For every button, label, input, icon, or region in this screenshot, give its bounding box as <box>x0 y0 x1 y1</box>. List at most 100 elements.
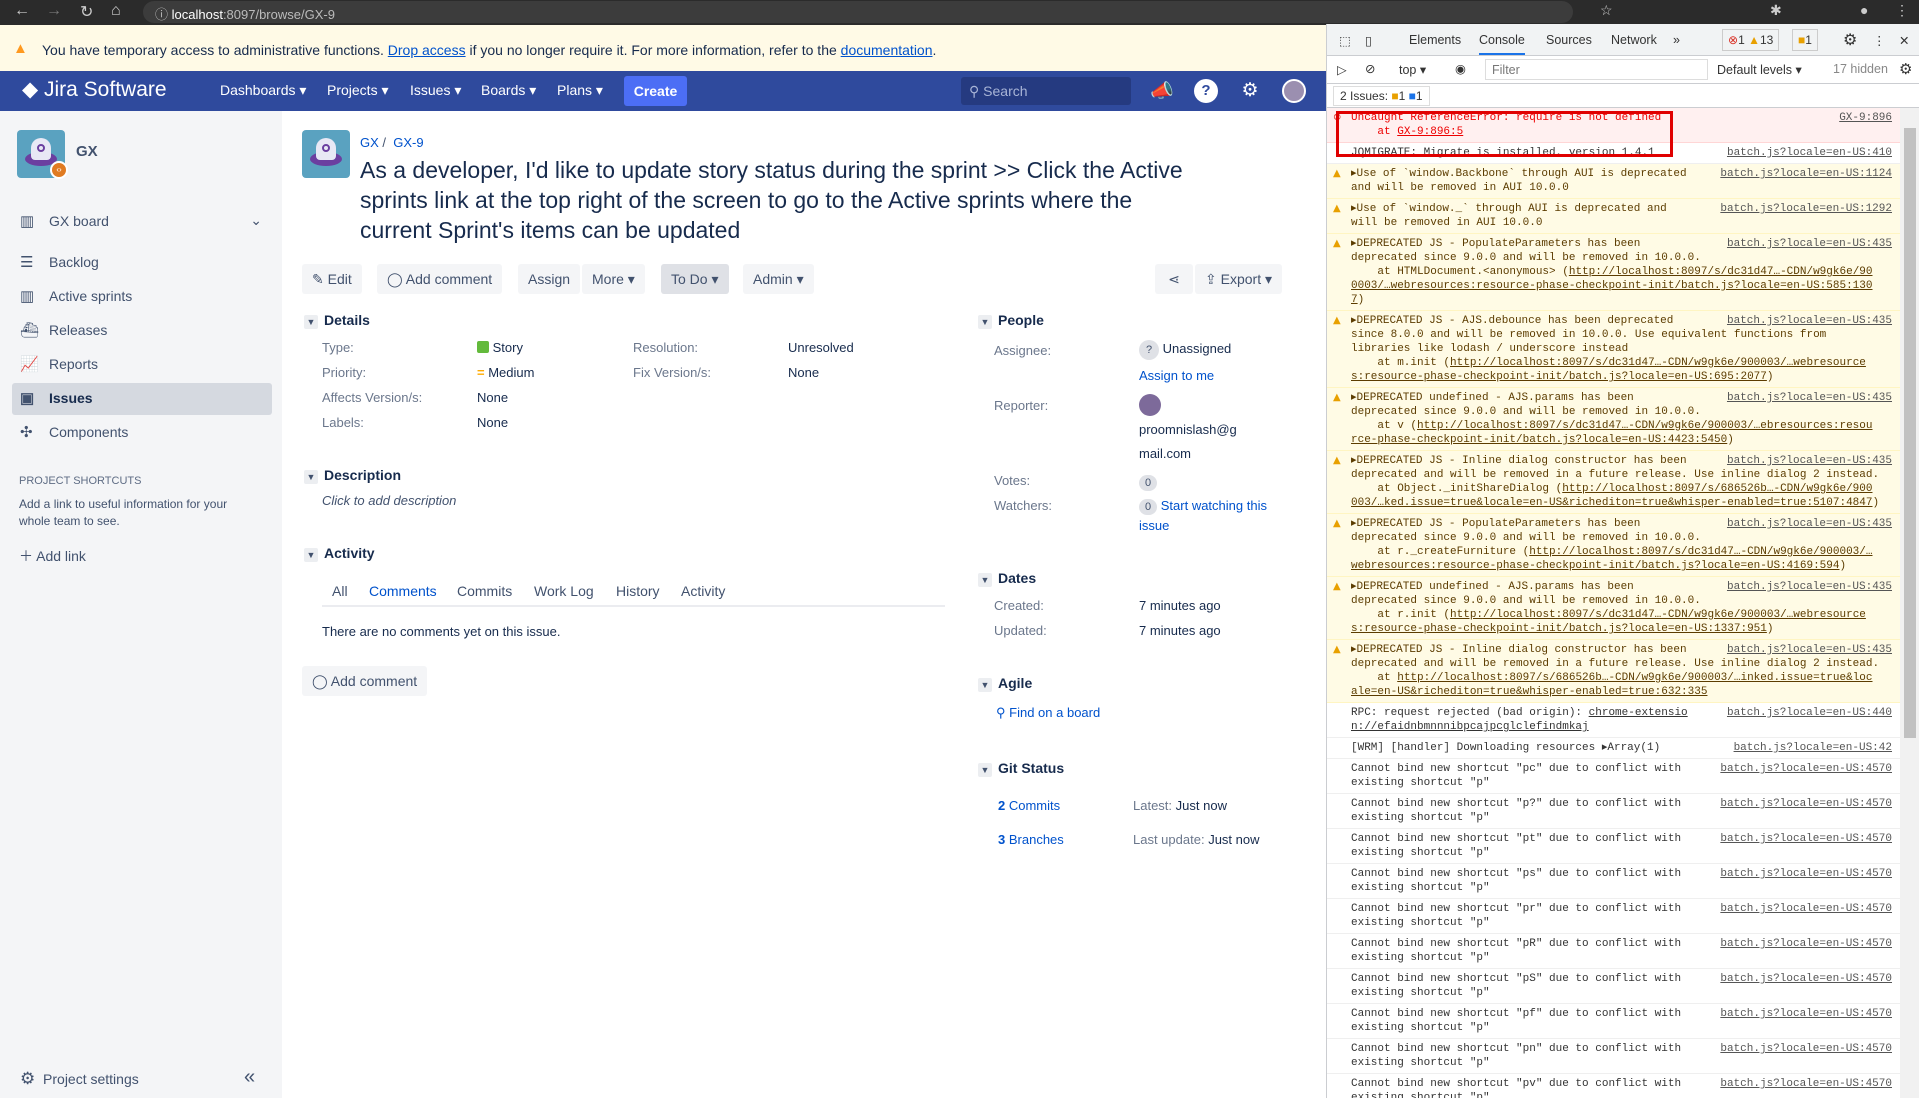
assign-button[interactable]: Assign <box>518 264 581 294</box>
source-link[interactable]: batch.js?locale=en-US:4570 <box>1720 972 1892 986</box>
back-icon[interactable]: ← <box>14 2 30 20</box>
source-link[interactable]: batch.js?locale=en-US:4570 <box>1720 832 1892 846</box>
find-on-board-link[interactable]: ⚲ Find on a board <box>996 705 1100 721</box>
context-selector[interactable]: top ▾ <box>1399 62 1426 77</box>
details-section-toggle[interactable]: ▼ Details <box>304 312 370 329</box>
user-avatar[interactable] <box>1282 79 1306 103</box>
source-link[interactable]: batch.js?locale=en-US:435 <box>1727 237 1892 251</box>
source-link[interactable]: batch.js?locale=en-US:4570 <box>1720 762 1892 776</box>
tab-sources[interactable]: Sources <box>1546 33 1592 47</box>
nav-issues[interactable]: Issues ▾ <box>410 82 461 99</box>
sidebar-item-issues[interactable]: ▣ Issues <box>12 383 272 415</box>
source-link[interactable]: batch.js?locale=en-US:435 <box>1727 517 1892 531</box>
source-link[interactable]: batch.js?locale=en-US:410 <box>1727 146 1892 160</box>
address-bar[interactable]: ⓘ localhost:8097/browse/GX-9 <box>143 1 1573 23</box>
source-link[interactable]: batch.js?locale=en-US:4570 <box>1720 1007 1892 1021</box>
source-link[interactable]: GX-9:896 <box>1839 111 1892 125</box>
sidebar-item-components[interactable]: ✣ Components <box>12 417 272 449</box>
commits-link[interactable]: 2 Commits <box>998 798 1060 813</box>
tab-comments[interactable]: Comments <box>369 583 437 607</box>
activity-section-toggle[interactable]: ▼ Activity <box>304 545 375 562</box>
console-message-warn[interactable]: ▲ batch.js?locale=en-US:1124 ▸Use of `wind… <box>1327 164 1900 199</box>
add-comment-button[interactable]: ◯ Add comment <box>377 264 503 294</box>
stack-link[interactable]: ale=en-US&richediton=true&whisper-enable… <box>1351 686 1707 698</box>
nav-projects[interactable]: Projects ▾ <box>327 82 389 99</box>
more-tabs-button[interactable]: » <box>1673 33 1680 47</box>
stack-link[interactable]: http://localhost:8097/s/dc31d47…-CDN/w9g… <box>1450 609 1866 621</box>
description-field[interactable]: Click to add description <box>322 493 456 508</box>
source-link[interactable]: batch.js?locale=en-US:1292 <box>1720 202 1892 216</box>
stack-link[interactable]: s:resource-phase-checkpoint-init/batch.j… <box>1351 371 1767 383</box>
console-message-info[interactable]: batch.js?locale=en-US:4570 Cannot bind ne… <box>1327 759 1900 794</box>
profile-icon[interactable]: ● <box>1860 2 1868 18</box>
branches-link[interactable]: 3 Branches <box>998 832 1064 847</box>
edit-button[interactable]: ✎ Edit <box>302 264 362 294</box>
status-button[interactable]: To Do ▾ <box>661 264 729 294</box>
description-section-toggle[interactable]: ▼ Description <box>304 467 401 484</box>
announcement-icon[interactable]: 📣 <box>1150 79 1174 103</box>
dates-section-toggle[interactable]: ▼ Dates <box>978 570 1036 587</box>
console-message-warn[interactable]: ▲ batch.js?locale=en-US:435 ▸DEPRECATED JS… <box>1327 234 1900 311</box>
nav-boards[interactable]: Boards ▾ <box>481 82 536 99</box>
sidebar-toggle-icon[interactable]: ▷ <box>1337 62 1347 77</box>
source-link[interactable]: batch.js?locale=en-US:4570 <box>1720 797 1892 811</box>
votes-count[interactable]: 0 <box>1139 473 1158 491</box>
sidebar-item-reports[interactable]: 📈 Reports <box>12 349 272 381</box>
console-settings-icon[interactable]: ⚙ <box>1899 60 1912 78</box>
console-message-warn[interactable]: ▲ batch.js?locale=en-US:435 ▸DEPRECATED JS… <box>1327 514 1900 577</box>
log-levels-dropdown[interactable]: Default levels ▾ <box>1717 62 1802 77</box>
live-expression-eye-icon[interactable]: ◉ <box>1455 61 1466 76</box>
source-link[interactable]: batch.js?locale=en-US:4570 <box>1720 1042 1892 1056</box>
source-link[interactable]: batch.js?locale=en-US:435 <box>1727 391 1892 405</box>
console-message-info[interactable]: batch.js?locale=en-US:4570 Cannot bind ne… <box>1327 794 1900 829</box>
affects-value[interactable]: None <box>477 390 508 405</box>
extensions-icon[interactable]: ✱ <box>1770 2 1782 19</box>
tab-history[interactable]: History <box>616 583 660 599</box>
console-message-info[interactable]: batch.js?locale=en-US:42 [WRM] [handler] … <box>1327 738 1900 759</box>
stack-link[interactable]: 0003/…webresources:resource-phase-checkp… <box>1351 280 1873 292</box>
close-devtools-icon[interactable]: ✕ <box>1899 33 1909 48</box>
menu-icon[interactable]: ⋮ <box>1895 2 1909 19</box>
issues-counter[interactable]: ■1 <box>1792 29 1818 51</box>
sidebar-item-backlog[interactable]: ☰ Backlog <box>12 247 272 279</box>
breadcrumb-issue-key[interactable]: GX-9 <box>393 135 423 150</box>
stack-link[interactable]: http://localhost:8097/s/686526b…-CDN/w9g… <box>1397 672 1872 684</box>
stack-link[interactable]: rce-phase-checkpoint-init/batch.js?local… <box>1351 434 1727 446</box>
settings-gear-icon[interactable]: ⚙ <box>1843 30 1857 50</box>
assignee-value[interactable]: ? Unassigned <box>1139 340 1231 360</box>
start-watching-link-cont[interactable]: issue <box>1139 518 1169 533</box>
tab-all[interactable]: All <box>332 583 348 599</box>
more-options-icon[interactable]: ⋮ <box>1873 33 1886 48</box>
console-message-info[interactable]: batch.js?locale=en-US:4570 Cannot bind ne… <box>1327 829 1900 864</box>
sidebar-item-active-sprints[interactable]: ▥ Active sprints <box>12 281 272 313</box>
drop-access-link[interactable]: Drop access <box>388 42 466 58</box>
error-warning-counter[interactable]: ⊗1 ▲13 <box>1722 29 1780 51</box>
export-button[interactable]: ⇪ Export ▾ <box>1195 264 1283 294</box>
source-link[interactable]: batch.js?locale=en-US:4570 <box>1720 1077 1892 1091</box>
console-filter-input[interactable]: Filter <box>1485 59 1708 80</box>
collapse-sidebar-icon[interactable]: « <box>244 1066 255 1089</box>
sidebar-item-releases[interactable]: ⛴ Releases <box>12 315 272 347</box>
gear-icon[interactable]: ⚙ <box>1238 79 1262 103</box>
console-message-warn[interactable]: ▲ batch.js?locale=en-US:435 ▸DEPRECATED JS… <box>1327 311 1900 388</box>
reporter-name[interactable]: proomnislash@g <box>1139 422 1237 437</box>
stack-link[interactable]: http://localhost:8097/s/dc31d47…-CDN/w9g… <box>1569 266 1873 278</box>
source-link[interactable]: batch.js?locale=en-US:42 <box>1734 741 1892 755</box>
sidebar-board-selector[interactable]: ▥ GX board ⌄ <box>12 206 272 238</box>
issue-title[interactable]: As a developer, I'd like to update story… <box>360 155 1210 245</box>
reload-icon[interactable]: ↻ <box>80 2 93 22</box>
source-link[interactable]: batch.js?locale=en-US:435 <box>1727 643 1892 657</box>
console-message-info[interactable]: batch.js?locale=en-US:4570 Cannot bind ne… <box>1327 934 1900 969</box>
share-button[interactable]: ⋖ <box>1155 264 1193 294</box>
people-section-toggle[interactable]: ▼ People <box>978 312 1044 329</box>
stack-link[interactable]: http://localhost:8097/s/dc31d47…-CDN/w9g… <box>1450 357 1866 369</box>
documentation-link[interactable]: documentation <box>841 42 933 58</box>
stack-link[interactable]: 003/…ked.issue=true&locale=en-US&richedi… <box>1351 497 1873 509</box>
tab-elements[interactable]: Elements <box>1409 33 1461 47</box>
stack-link[interactable]: chrome-extensio <box>1589 707 1688 719</box>
assign-to-me-link[interactable]: Assign to me <box>1139 368 1214 383</box>
jira-logo[interactable]: ◆ Jira Software <box>22 77 167 102</box>
source-link[interactable]: batch.js?locale=en-US:435 <box>1727 454 1892 468</box>
add-link-button[interactable]: ＋ Add link <box>19 546 86 566</box>
project-settings-link[interactable]: ⚙ Project settings <box>20 1069 139 1089</box>
